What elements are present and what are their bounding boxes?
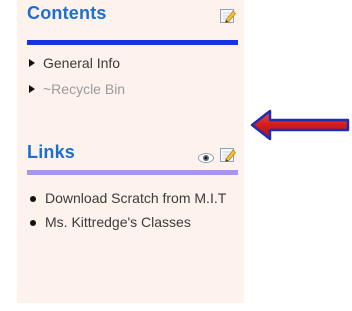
eye-icon[interactable] [198,150,214,163]
sidebar-panel: Contents General Info ~Recycle Bin Links [17,0,244,303]
links-divider [27,170,238,175]
contents-item-label[interactable]: General Info [43,55,120,71]
triangle-bullet-icon [29,85,35,93]
triangle-bullet-icon [29,59,35,67]
list-item[interactable]: General Info [29,50,125,76]
contents-title: Contents [27,3,107,23]
contents-list: General Info ~Recycle Bin [29,50,125,102]
list-item[interactable]: Download Scratch from M.I.T [29,190,229,207]
edit-pencil-icon[interactable] [220,8,236,24]
edit-pencil-icon[interactable] [220,147,236,163]
red-arrow-icon [250,108,350,147]
links-title: Links [27,142,76,162]
links-list: Download Scratch from M.I.T Ms. Kittredg… [29,190,229,238]
contents-divider [27,40,238,45]
list-item[interactable]: Ms. Kittredge's Classes [29,214,229,231]
bullet-dot-icon [30,196,36,202]
links-header: Links [27,142,236,165]
bullet-dot-icon [30,220,36,226]
link-label[interactable]: Download Scratch from M.I.T [45,190,226,206]
contents-header: Contents [27,3,236,26]
contents-item-label[interactable]: ~Recycle Bin [43,81,125,97]
list-item[interactable]: ~Recycle Bin [29,76,125,102]
link-label[interactable]: Ms. Kittredge's Classes [45,214,191,230]
